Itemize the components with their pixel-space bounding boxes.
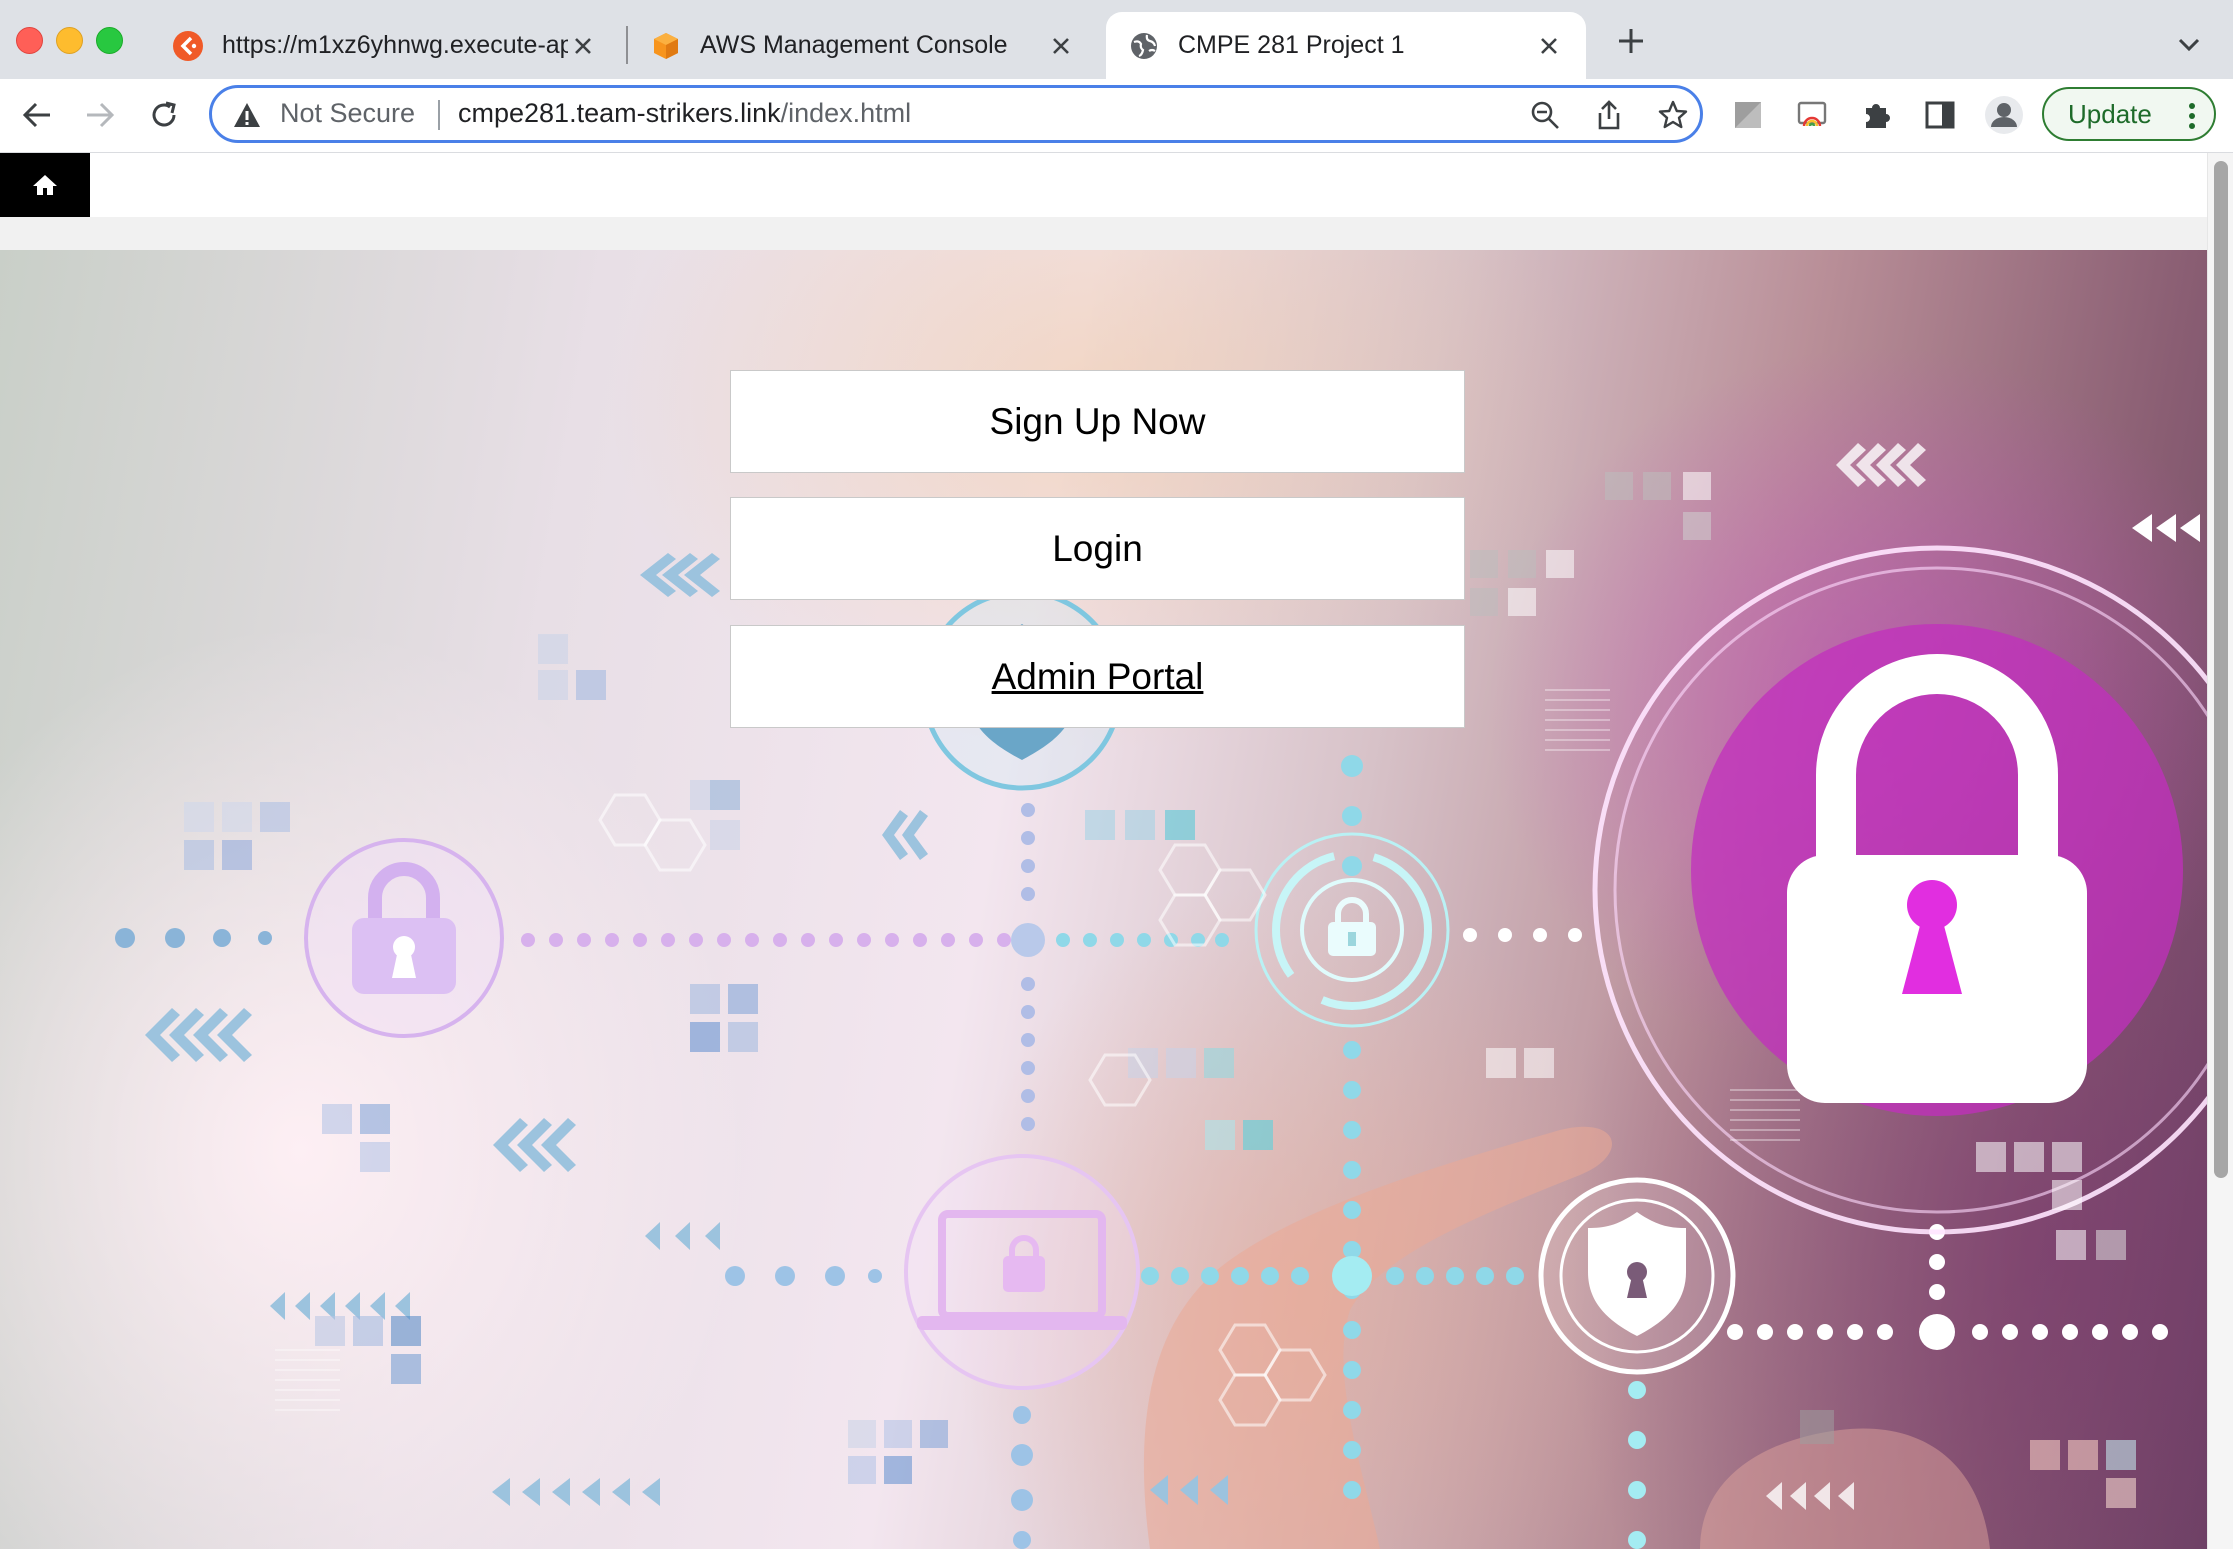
shield-circle-bottom bbox=[1538, 1177, 1736, 1375]
warning-icon[interactable] bbox=[232, 101, 262, 134]
update-label: Update bbox=[2068, 99, 2152, 129]
tab-cmpe281-project[interactable]: CMPE 281 Project 1 bbox=[1106, 12, 1586, 79]
big-padlock-circle bbox=[1592, 545, 2207, 1235]
close-icon[interactable] bbox=[568, 31, 598, 61]
url-path: /index.html bbox=[780, 98, 912, 128]
browser-toolbar: Not Secure cmpe281.team-strikers.link/in… bbox=[0, 79, 2233, 153]
tab-search-button[interactable] bbox=[2172, 28, 2206, 62]
arrow-right-icon bbox=[87, 102, 115, 128]
more-vert-icon[interactable] bbox=[2188, 102, 2196, 135]
globe-icon bbox=[1128, 30, 1160, 62]
url-text[interactable]: cmpe281.team-strikers.link/index.html bbox=[458, 98, 911, 129]
tab-api-gateway[interactable]: https://m1xz6yhnwg.execute-api bbox=[150, 12, 620, 79]
close-icon[interactable] bbox=[1534, 31, 1564, 61]
reload-icon bbox=[152, 101, 176, 127]
home-button[interactable] bbox=[0, 153, 90, 217]
side-panel-icon[interactable] bbox=[1918, 93, 1962, 137]
address-bar[interactable]: Not Secure cmpe281.team-strikers.link/in… bbox=[209, 85, 1703, 143]
reload-button[interactable] bbox=[141, 92, 187, 138]
aws-box-icon bbox=[650, 30, 682, 62]
arrow-left-icon bbox=[22, 102, 50, 128]
hand-shape-right bbox=[1700, 1428, 1990, 1549]
top-navbar bbox=[0, 153, 2207, 217]
omnibox-separator bbox=[438, 100, 440, 130]
api-gateway-icon bbox=[172, 30, 204, 62]
window-close-button[interactable] bbox=[16, 27, 43, 54]
tab-title: AWS Management Console bbox=[700, 31, 1008, 59]
tab-title: CMPE 281 Project 1 bbox=[1178, 31, 1405, 59]
nav-spacer-band bbox=[0, 217, 2207, 250]
home-icon bbox=[33, 175, 57, 195]
zoom-icon[interactable] bbox=[1528, 98, 1562, 132]
hand-shape bbox=[1143, 1126, 1613, 1549]
tab-aws-console[interactable]: AWS Management Console bbox=[628, 12, 1098, 79]
window-maximize-button[interactable] bbox=[96, 27, 123, 54]
tab-strip: https://m1xz6yhnwg.execute-api AWS Manag… bbox=[0, 0, 2233, 79]
page-viewport: Sign Up Now Login Admin Portal bbox=[0, 153, 2207, 1549]
hero-banner: Sign Up Now Login Admin Portal bbox=[0, 250, 2207, 1549]
new-tab-button[interactable] bbox=[1612, 22, 1650, 60]
cast-extension-icon[interactable] bbox=[1790, 93, 1834, 137]
chevron-down-icon bbox=[2178, 38, 2200, 52]
plus-icon bbox=[1619, 29, 1643, 53]
back-button[interactable] bbox=[14, 92, 60, 138]
bookmark-star-icon[interactable] bbox=[1656, 98, 1690, 132]
scrollbar-thumb[interactable] bbox=[2214, 161, 2228, 1178]
extension-square-icon[interactable] bbox=[1726, 93, 1770, 137]
window-minimize-button[interactable] bbox=[56, 27, 83, 54]
profile-avatar-icon[interactable] bbox=[1982, 93, 2026, 137]
close-icon[interactable] bbox=[1046, 31, 1076, 61]
admin-portal-link[interactable]: Admin Portal bbox=[730, 625, 1465, 728]
sign-up-button[interactable]: Sign Up Now bbox=[730, 370, 1465, 473]
puzzle-icon[interactable] bbox=[1854, 93, 1898, 137]
lock-circle-left bbox=[304, 838, 504, 1038]
page-scrollbar[interactable] bbox=[2207, 153, 2233, 1549]
update-button[interactable]: Update bbox=[2042, 87, 2216, 141]
laptop-lock-circle bbox=[904, 1154, 1140, 1390]
login-button[interactable]: Login bbox=[730, 497, 1465, 600]
share-icon[interactable] bbox=[1592, 98, 1626, 132]
forward-button[interactable] bbox=[77, 92, 123, 138]
url-host: cmpe281.team-strikers.link bbox=[458, 98, 781, 128]
tab-title: https://m1xz6yhnwg.execute-api bbox=[222, 31, 568, 59]
security-label[interactable]: Not Secure bbox=[280, 98, 415, 129]
